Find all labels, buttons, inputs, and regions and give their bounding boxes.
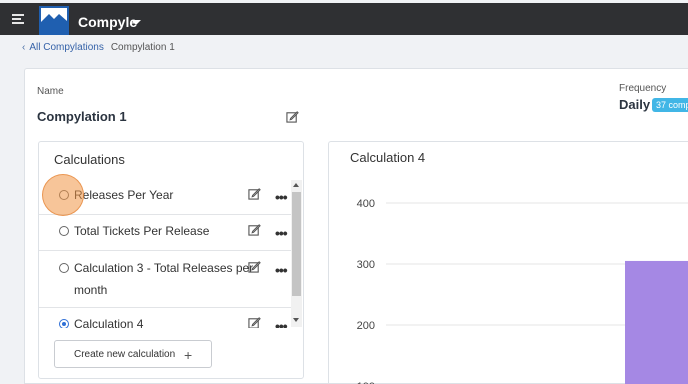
create-new-calculation-button[interactable]: Create new calculation + [54,340,212,368]
edit-calculation-icon[interactable] [248,316,261,328]
chart-title: Calculation 4 [350,150,426,165]
compylation-name: Compylation 1 [37,109,127,124]
calculation-chart: 100200300400 [357,198,688,384]
y-tick-label: 400 [357,198,375,210]
calculation-label: Calculation 3 - Total Releases per month [74,261,254,297]
more-options-icon[interactable]: ••• [275,189,288,205]
frequency-label: Frequency [619,83,667,94]
calculation-label: Releases Per Year [74,188,174,202]
breadcrumb-current: Compylation 1 [110,42,175,53]
hamburger-icon[interactable] [12,14,24,24]
top-navigation-bar: Compyle [0,3,688,35]
frequency-value: Daily [619,97,651,112]
more-options-icon[interactable]: ••• [275,225,288,241]
edit-calculation-icon[interactable] [248,260,261,273]
plus-icon: + [184,347,193,363]
app-name[interactable]: Compyle [78,14,137,30]
chart-bar[interactable] [625,260,688,384]
calculation-label: Calculation 4 [74,317,144,328]
scroll-up-arrow-icon[interactable] [293,183,299,187]
app-logo[interactable] [39,6,69,35]
calculation-item-total-tickets[interactable]: Total Tickets Per Release ••• [39,215,291,251]
chevron-left-icon: ‹ [22,42,26,53]
scrollbar-thumb[interactable] [292,192,301,296]
calculation-radio[interactable] [59,226,69,236]
edit-calculation-icon[interactable] [248,187,261,200]
breadcrumb: ‹ All Compylations Compylation 1 [22,42,175,53]
edit-name-icon[interactable] [286,110,299,123]
name-label: Name [37,86,64,97]
y-tick-label: 200 [357,320,375,332]
more-options-icon[interactable]: ••• [275,318,288,328]
click-indicator [42,174,84,216]
calculation-item-calculation-4[interactable]: Calculation 4 ••• [39,308,291,328]
calculations-title: Calculations [54,152,125,167]
scroll-down-arrow-icon[interactable] [293,318,299,322]
calculation-radio-selected[interactable] [59,319,69,328]
calculation-radio[interactable] [59,263,69,273]
calculation-label: Total Tickets Per Release [74,224,210,238]
breadcrumb-link-all-compylations[interactable]: All Compylations [29,42,103,53]
frequency-count-badge: 37 comp [652,98,688,112]
y-tick-label: 300 [357,259,375,271]
more-options-icon[interactable]: ••• [275,262,288,278]
edit-calculation-icon[interactable] [248,223,261,236]
create-button-label: Create new calculation [74,348,176,360]
app-switcher-caret-icon[interactable] [131,20,141,25]
mountain-logo-icon [41,8,67,33]
calculation-item-total-releases-per-month[interactable]: Calculation 3 - Total Releases per month… [39,251,291,308]
